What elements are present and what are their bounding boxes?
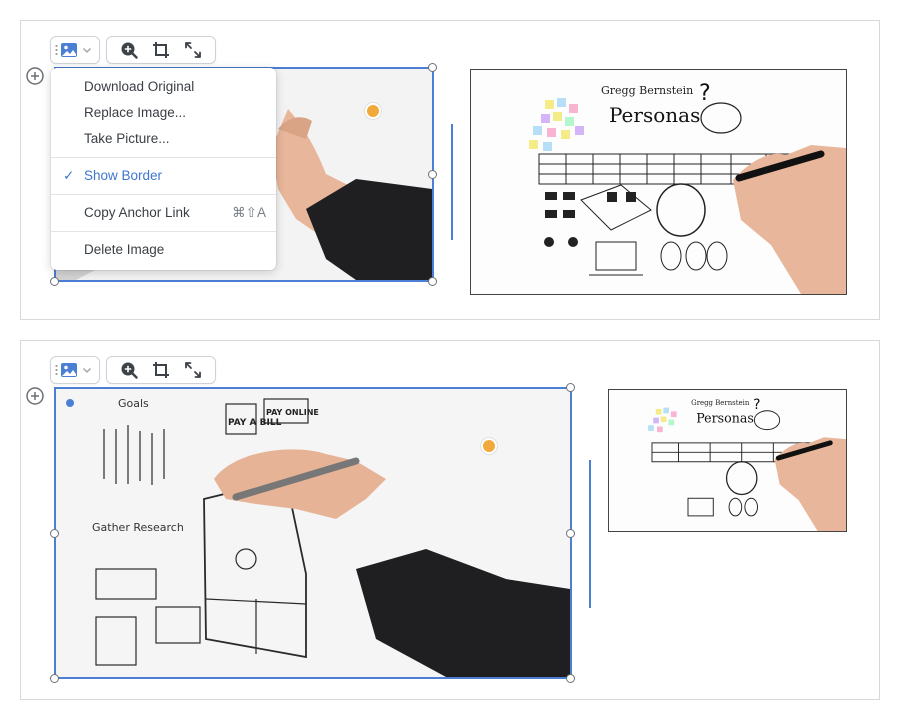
chevron-down-icon (83, 48, 91, 53)
zoom-in-icon (121, 42, 138, 59)
thumb-title-line1: Gregg Bernstein (691, 399, 750, 407)
sketch-pay-a-bill: PAY A BILL (228, 418, 282, 428)
expand-button[interactable] (181, 38, 205, 62)
sketch-pay-online: PAY ONLINE (266, 408, 319, 417)
menu-item-show-border[interactable]: ✓ Show Border (51, 163, 276, 189)
menu-label: Replace Image... (84, 105, 187, 120)
drag-grip-icon[interactable] (55, 44, 58, 56)
menu-label: Take Picture... (84, 131, 170, 146)
menu-label: Delete Image (84, 242, 165, 257)
focal-point-handle[interactable] (481, 438, 497, 454)
persona-image-2[interactable]: Gregg Bernstein Personas ? (608, 389, 847, 532)
menu-label: Show Border (84, 168, 163, 183)
sketch-gather-research: Gather Research (92, 521, 184, 534)
persona-sketch: Gregg Bernstein Personas ? (471, 70, 846, 294)
column-divider[interactable] (451, 124, 453, 240)
resize-handle-br[interactable] (428, 277, 437, 286)
thumb-title-line2: Personas (696, 411, 754, 426)
selected-image-2[interactable]: Goals Gather Research PAY A BILL PAY ONL… (54, 387, 572, 679)
hand-drawing-photo: Goals Gather Research PAY A BILL PAY ONL… (56, 389, 570, 677)
menu-item-take-picture[interactable]: Take Picture... (51, 126, 276, 152)
persona-image-1[interactable]: Gregg Bernstein Personas ? (470, 69, 847, 295)
anchor-dot[interactable] (66, 399, 74, 407)
column-divider[interactable] (589, 460, 591, 608)
resize-handle-br[interactable] (566, 674, 575, 683)
expand-icon (185, 362, 201, 378)
svg-text:?: ? (753, 397, 760, 413)
resize-handle-r[interactable] (566, 529, 575, 538)
menu-item-delete-image[interactable]: Delete Image (51, 237, 276, 263)
menu-divider (51, 194, 276, 195)
focal-point-handle[interactable] (365, 103, 381, 119)
thumb-title-line2: Personas (609, 103, 700, 127)
crop-button[interactable] (149, 358, 173, 382)
thumb-title-line1: Gregg Bernstein (601, 84, 693, 97)
image-icon (61, 363, 77, 377)
image-toolbar-1 (50, 36, 216, 64)
menu-item-download-original[interactable]: Download Original (51, 74, 276, 100)
svg-text:?: ? (699, 81, 711, 106)
resize-handle-bl[interactable] (50, 674, 59, 683)
drag-grip-icon[interactable] (55, 364, 58, 376)
image-type-button[interactable] (50, 356, 100, 384)
menu-item-copy-anchor-link[interactable]: Copy Anchor Link ⌘⇧A (51, 200, 276, 226)
resize-handle-tr[interactable] (566, 383, 575, 392)
image-toolbar-2 (50, 356, 216, 384)
resize-handle-r[interactable] (428, 170, 437, 179)
resize-handle-l[interactable] (50, 529, 59, 538)
zoom-button[interactable] (117, 38, 141, 62)
image-context-menu: Download Original Replace Image... Take … (51, 68, 276, 270)
menu-label: Download Original (84, 79, 195, 94)
menu-item-replace-image[interactable]: Replace Image... (51, 100, 276, 126)
menu-divider (51, 231, 276, 232)
expand-icon (185, 42, 201, 58)
menu-label: Copy Anchor Link (84, 205, 190, 220)
zoom-in-icon (121, 362, 138, 379)
image-tools-group (106, 36, 216, 64)
crop-icon (153, 42, 169, 58)
persona-sketch: Gregg Bernstein Personas ? (609, 390, 846, 531)
checkmark-icon: ✓ (63, 168, 75, 183)
image-type-button[interactable] (50, 36, 100, 64)
resize-handle-bl[interactable] (50, 277, 59, 286)
resize-handle-tr[interactable] (428, 63, 437, 72)
crop-icon (153, 362, 169, 378)
add-circle-icon[interactable] (25, 386, 45, 406)
chevron-down-icon (83, 368, 91, 373)
zoom-button[interactable] (117, 358, 141, 382)
menu-divider (51, 157, 276, 158)
sketch-goals: Goals (118, 397, 149, 410)
crop-button[interactable] (149, 38, 173, 62)
image-tools-group (106, 356, 216, 384)
add-circle-icon[interactable] (25, 66, 45, 86)
shortcut-label: ⌘⇧A (232, 205, 266, 220)
image-icon (61, 43, 77, 57)
expand-button[interactable] (181, 358, 205, 382)
